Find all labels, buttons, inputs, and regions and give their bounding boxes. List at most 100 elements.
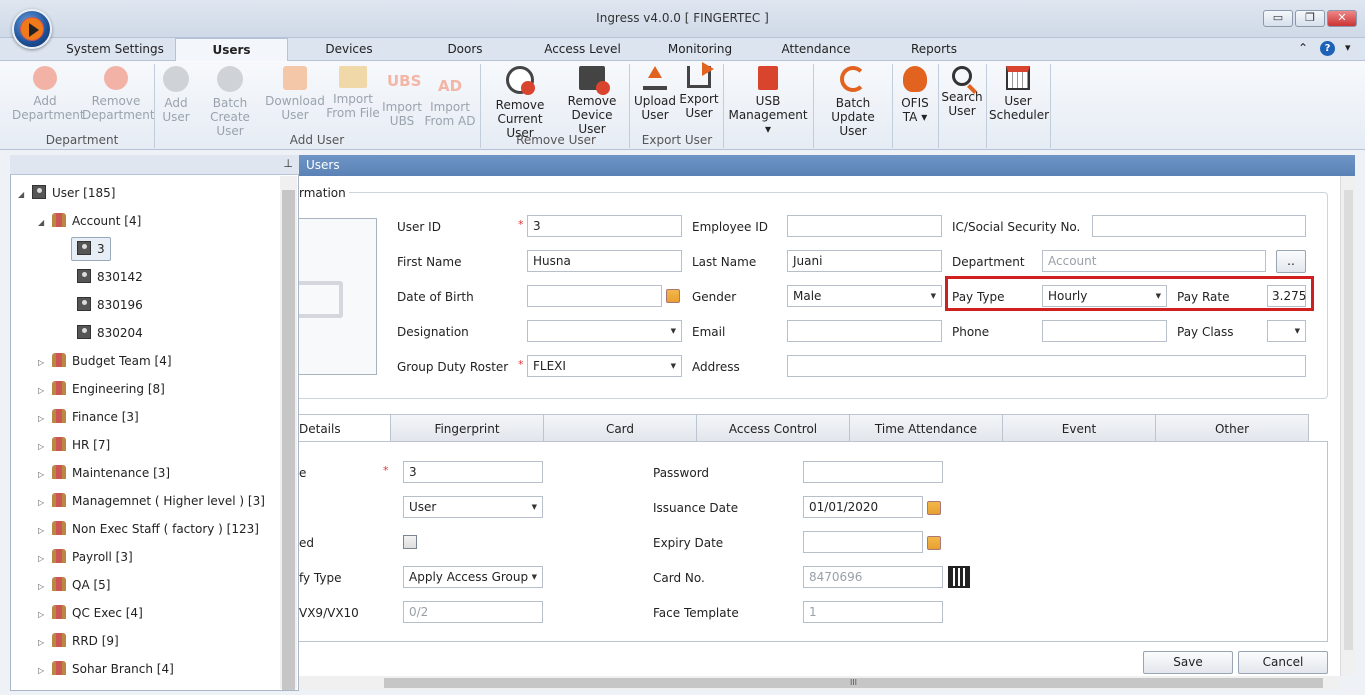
tab-time-attendance[interactable]: Time Attendance xyxy=(849,414,1003,442)
verify-type-select[interactable]: Apply Access Group xyxy=(403,566,543,588)
form-horizontal-scrollbar[interactable]: III xyxy=(299,676,1340,690)
tree-user[interactable]: 830142 xyxy=(77,267,143,287)
import-ad-button[interactable]: AD Import From AD xyxy=(424,66,476,128)
tree-node-group[interactable]: ▷ HR [7] xyxy=(38,435,110,455)
privilege-select[interactable]: User xyxy=(403,496,543,518)
pay-class-select[interactable] xyxy=(1267,320,1306,342)
add-user-button[interactable]: Add User xyxy=(158,66,194,124)
remove-department-button[interactable]: Remove Department xyxy=(82,66,155,122)
add-department-button[interactable]: Add Department xyxy=(12,66,85,122)
tree-user[interactable]: 830204 xyxy=(77,323,143,343)
tab-access-control[interactable]: Access Control xyxy=(696,414,850,442)
user-id-field[interactable]: 3 xyxy=(527,215,682,237)
usb-management-button[interactable]: USB Management ▾ xyxy=(726,66,810,136)
user-photo[interactable] xyxy=(299,218,377,375)
close-icon[interactable]: ✕ xyxy=(1327,10,1357,27)
employee-id-field[interactable] xyxy=(787,215,942,237)
tree-node-group[interactable]: ▷ Non Exec Staff ( factory ) [123] xyxy=(38,519,259,539)
tree-node-group[interactable]: ▷ QC Exec [4] xyxy=(38,603,143,623)
tree-node-group[interactable]: ▷ Budget Team [4] xyxy=(38,351,172,371)
department-browse-button[interactable]: .. xyxy=(1276,250,1306,273)
gender-select[interactable]: Male xyxy=(787,285,942,307)
scrollbar-thumb[interactable] xyxy=(282,190,295,690)
tab-access-level[interactable]: Access Level xyxy=(535,38,630,61)
tab-reports[interactable]: Reports xyxy=(890,38,978,61)
tab-fingerprint[interactable]: Fingerprint xyxy=(390,414,544,442)
import-ubs-button[interactable]: UBS Import UBS xyxy=(381,66,423,128)
password-field[interactable] xyxy=(803,461,943,483)
tree-node-group[interactable]: ▷ QA [5] xyxy=(38,575,110,595)
tree-node-group[interactable]: ▷ RRD [9] xyxy=(38,631,119,651)
expand-arrow-icon[interactable]: ▷ xyxy=(38,465,52,485)
tab-event[interactable]: Event xyxy=(1002,414,1156,442)
collapse-ribbon-icon[interactable]: ⌃ xyxy=(1298,41,1308,55)
expand-arrow-icon[interactable]: ▷ xyxy=(38,605,52,625)
qr-code-icon[interactable] xyxy=(948,566,970,588)
batch-create-user-button[interactable]: Batch Create User xyxy=(198,66,262,138)
tab-other[interactable]: Other xyxy=(1155,414,1309,442)
department-field[interactable]: Account xyxy=(1042,250,1266,272)
tree-user-selected[interactable]: 3 xyxy=(71,237,111,261)
expand-arrow-icon[interactable]: ▷ xyxy=(38,521,52,541)
app-logo[interactable] xyxy=(12,9,52,49)
phone-field[interactable] xyxy=(1042,320,1167,342)
email-field[interactable] xyxy=(787,320,942,342)
issuance-date-field[interactable]: 01/01/2020 xyxy=(803,496,923,518)
calendar-icon[interactable] xyxy=(927,536,941,550)
expand-arrow-icon[interactable]: ▷ xyxy=(38,493,52,513)
tab-devices[interactable]: Devices xyxy=(300,38,398,61)
scrollbar-thumb[interactable]: III xyxy=(384,678,1323,688)
tab-details[interactable]: Details xyxy=(299,414,391,443)
calendar-icon[interactable] xyxy=(927,501,941,515)
tree-node-group[interactable]: ▷ Payroll [3] xyxy=(38,547,133,567)
tab-card[interactable]: Card xyxy=(543,414,697,442)
remove-device-user-button[interactable]: Remove Device User xyxy=(558,66,626,136)
calendar-icon[interactable] xyxy=(666,289,680,303)
tree-node-group[interactable]: ▷ Sohar Branch [4] xyxy=(38,659,174,679)
designation-select[interactable] xyxy=(527,320,682,342)
cancel-button[interactable]: Cancel xyxy=(1238,651,1328,674)
address-field[interactable] xyxy=(787,355,1306,377)
tree-root[interactable]: ◢ User [185] xyxy=(18,183,115,203)
batch-update-user-button[interactable]: Batch Update User xyxy=(816,66,890,138)
form-vertical-scrollbar[interactable] xyxy=(1340,176,1355,676)
tree-node-group[interactable]: ▷ Engineering [8] xyxy=(38,379,165,399)
tab-doors[interactable]: Doors xyxy=(425,38,505,61)
expand-arrow-icon[interactable]: ▷ xyxy=(38,409,52,429)
remove-current-user-button[interactable]: Remove Current User xyxy=(484,66,556,140)
expiry-date-field[interactable] xyxy=(803,531,923,553)
export-user-button[interactable]: Export User xyxy=(679,62,719,120)
collapse-arrow-icon[interactable]: ◢ xyxy=(38,213,52,233)
expand-arrow-icon[interactable]: ▷ xyxy=(38,661,52,681)
last-name-field[interactable]: Juani xyxy=(787,250,942,272)
tree-node-group[interactable]: ▷ Maintenance [3] xyxy=(38,463,170,483)
dob-field[interactable] xyxy=(527,285,662,307)
group-duty-roster-select[interactable]: FLEXI xyxy=(527,355,682,377)
help-icon[interactable]: ? xyxy=(1320,41,1335,56)
pin-icon[interactable]: ⊥ xyxy=(283,157,293,170)
tree-user[interactable]: 830196 xyxy=(77,295,143,315)
scrollbar-thumb[interactable] xyxy=(1344,190,1353,650)
expand-arrow-icon[interactable]: ▷ xyxy=(38,353,52,373)
expand-arrow-icon[interactable]: ▷ xyxy=(38,437,52,457)
expand-arrow-icon[interactable]: ▷ xyxy=(38,633,52,653)
tree-node-group[interactable]: ▷ Finance [3] xyxy=(38,407,139,427)
expand-arrow-icon[interactable]: ▷ xyxy=(38,549,52,569)
expand-arrow-icon[interactable]: ▷ xyxy=(38,381,52,401)
first-name-field[interactable]: Husna xyxy=(527,250,682,272)
tab-attendance[interactable]: Attendance xyxy=(770,38,862,61)
ofis-ta-button[interactable]: OFIS TA ▾ xyxy=(895,66,935,124)
more-options-icon[interactable]: ▾ xyxy=(1345,41,1351,54)
tab-users[interactable]: Users xyxy=(175,38,288,61)
tab-system-settings[interactable]: System Settings xyxy=(60,38,170,61)
save-button[interactable]: Save xyxy=(1143,651,1233,674)
tree-node-account[interactable]: ◢ Account [4] xyxy=(38,211,141,231)
upload-user-button[interactable]: Upload User xyxy=(633,66,677,122)
search-user-button[interactable]: Search User xyxy=(941,66,983,118)
detail-field-1[interactable]: 3 xyxy=(403,461,543,483)
expand-arrow-icon[interactable]: ▷ xyxy=(38,577,52,597)
ic-field[interactable] xyxy=(1092,215,1306,237)
tree-scrollbar[interactable] xyxy=(280,176,297,690)
user-scheduler-button[interactable]: User Scheduler xyxy=(989,66,1049,122)
minimize-icon[interactable]: ▭ xyxy=(1263,10,1293,27)
